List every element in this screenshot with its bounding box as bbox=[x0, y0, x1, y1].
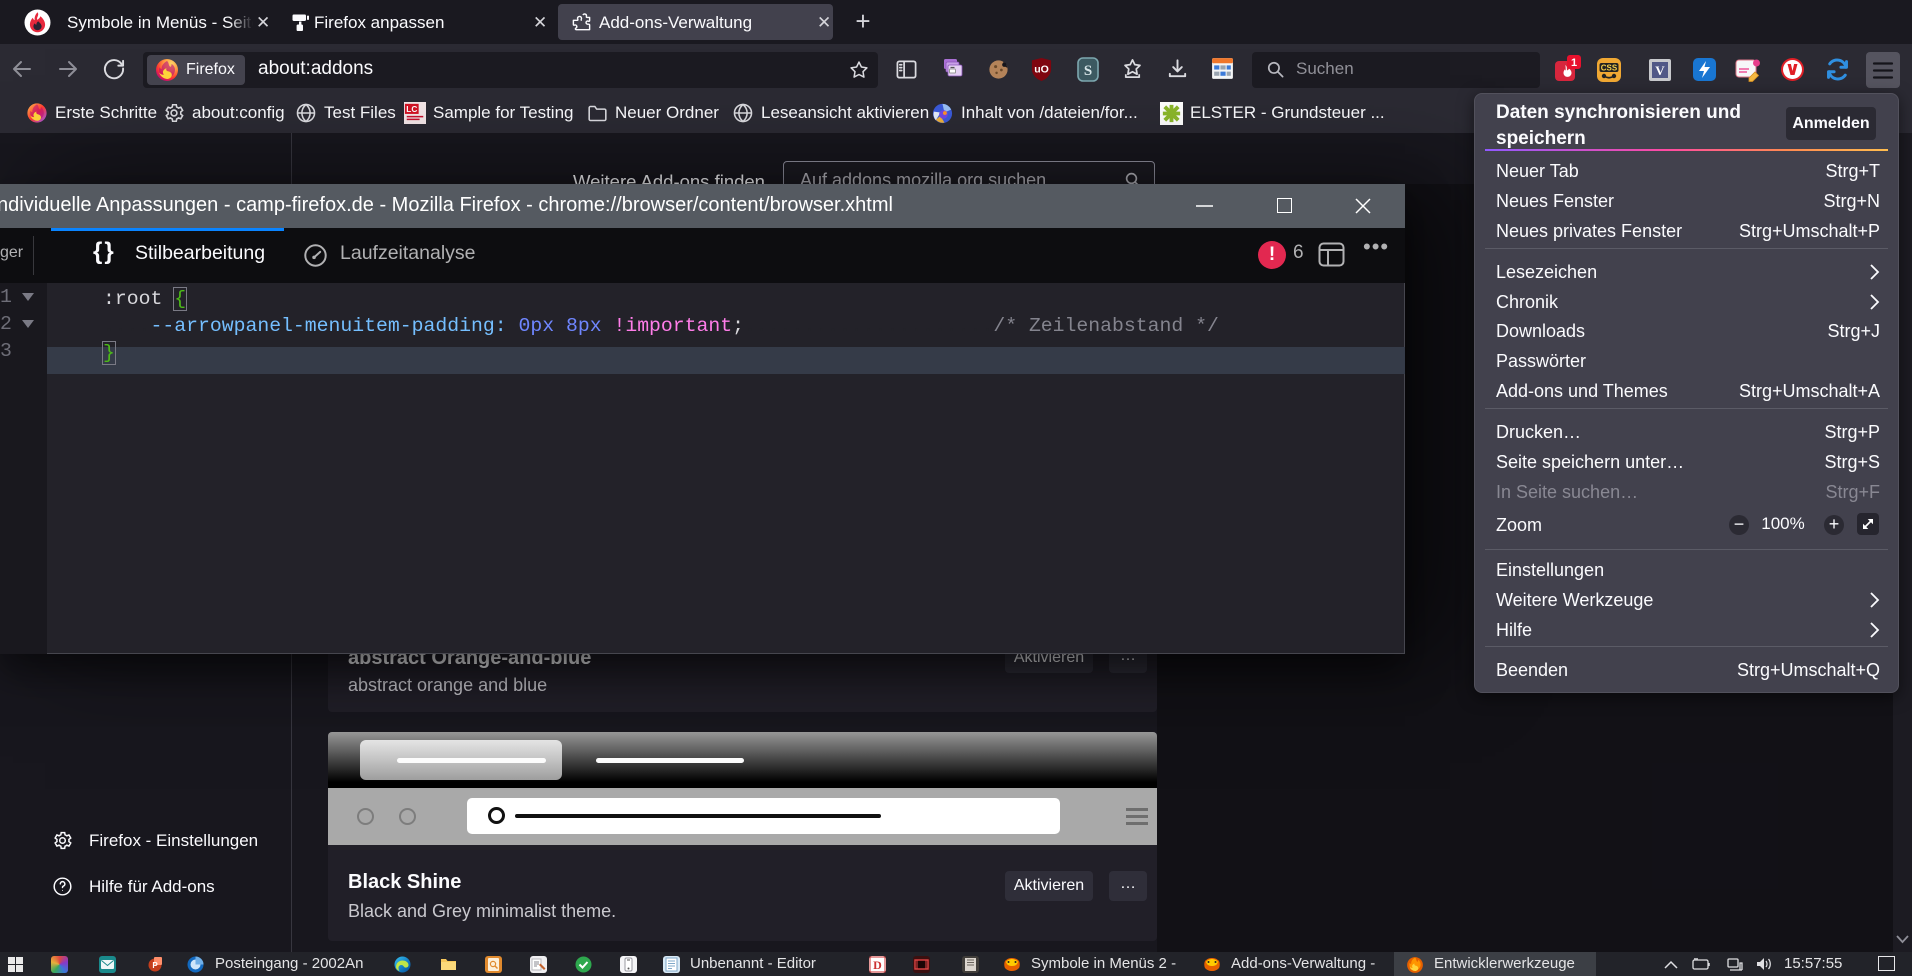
svg-text:S: S bbox=[1084, 63, 1092, 79]
svg-text:P: P bbox=[152, 961, 158, 970]
svg-text:CSS: CSS bbox=[1601, 64, 1618, 73]
svg-text:1: 1 bbox=[1571, 57, 1577, 69]
svg-text:V: V bbox=[1655, 63, 1665, 78]
svg-text:D: D bbox=[873, 958, 882, 972]
svg-text:LC: LC bbox=[406, 105, 417, 114]
svg-text:uO: uO bbox=[1034, 63, 1049, 75]
